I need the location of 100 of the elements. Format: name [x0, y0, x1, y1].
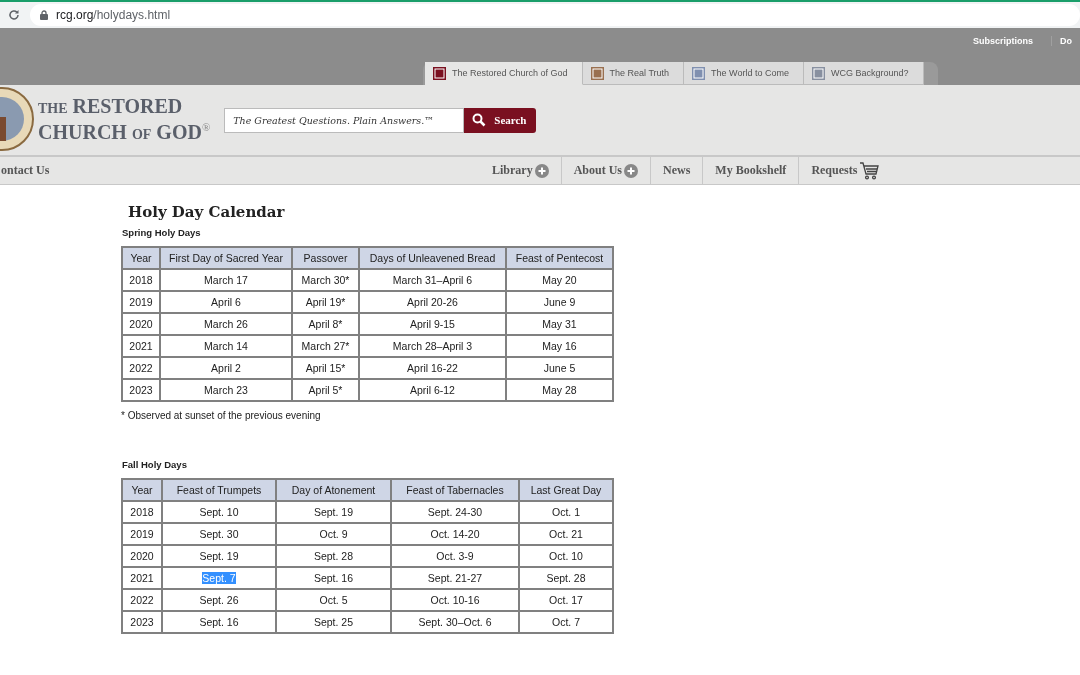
- table-cell: Sept. 16: [276, 567, 391, 589]
- column-header: Passover: [292, 247, 359, 269]
- nav-item[interactable]: Requests: [798, 157, 892, 184]
- table-cell: April 2: [160, 357, 292, 379]
- column-header: Last Great Day: [519, 479, 613, 501]
- table-cell: 2018: [122, 269, 160, 291]
- table-cell: 2023: [122, 611, 162, 633]
- table-cell: Oct. 10: [519, 545, 613, 567]
- table-cell: June 5: [506, 357, 613, 379]
- table-cell: 2021: [122, 567, 162, 589]
- table-cell: April 6-12: [359, 379, 506, 401]
- table-cell: Oct. 5: [276, 589, 391, 611]
- column-header: Year: [122, 247, 160, 269]
- nav-item[interactable]: Library: [480, 157, 561, 184]
- table-cell: April 20-26: [359, 291, 506, 313]
- table-cell: March 28–April 3: [359, 335, 506, 357]
- lock-icon: [40, 10, 48, 20]
- column-header: Feast of Trumpets: [162, 479, 276, 501]
- nav-item[interactable]: About Us: [560, 157, 651, 184]
- table-cell: Oct. 21: [519, 523, 613, 545]
- nav-item[interactable]: News: [650, 157, 703, 184]
- table-cell: April 16-22: [359, 357, 506, 379]
- table-cell: March 26: [160, 313, 292, 335]
- search-icon: [472, 113, 487, 127]
- table-cell: April 9-15: [359, 313, 506, 335]
- site-tab[interactable]: WCG Background?: [803, 62, 924, 85]
- table-cell: March 14: [160, 335, 292, 357]
- table-cell: March 27*: [292, 335, 359, 357]
- site-logo-text: THE RESTORED CHURCH OF GOD$^{®}$: [38, 96, 211, 144]
- table-cell: 2019: [122, 523, 162, 545]
- reload-icon[interactable]: [8, 9, 20, 21]
- table-cell: June 9: [506, 291, 613, 313]
- site-logo-icon: [811, 66, 825, 80]
- table-cell: 2023: [122, 379, 160, 401]
- search-button[interactable]: Search: [464, 107, 537, 133]
- address-bar[interactable]: rcg.org/holydays.html: [30, 4, 1080, 26]
- cart-icon: [859, 161, 880, 180]
- table-cell: Sept. 19: [276, 501, 391, 523]
- page-title: Holy Day Calendar: [128, 203, 286, 221]
- table-cell: 2022: [122, 589, 162, 611]
- nav-item[interactable]: My Bookshelf: [702, 157, 799, 184]
- site-logo-icon: [590, 66, 604, 80]
- site-tab[interactable]: The World to Come: [684, 62, 804, 85]
- table-cell: May 16: [506, 335, 613, 357]
- table-cell: March 30*: [292, 269, 359, 291]
- table-cell: March 17: [160, 269, 292, 291]
- table-cell: Oct. 10-16: [391, 589, 519, 611]
- table-cell: Sept. 21-27: [391, 567, 519, 589]
- table-cell: 2022: [122, 357, 160, 379]
- section-title: Spring Holy Days: [122, 227, 202, 238]
- plus-icon: [534, 163, 549, 178]
- table-cell: April 19*: [292, 291, 359, 313]
- table-cell: April 6: [160, 291, 292, 313]
- selected-text: Sept. 7: [202, 572, 236, 584]
- table-cell: March 31–April 6: [359, 269, 506, 291]
- table-cell: Sept. 28: [519, 567, 613, 589]
- site-logo-icon: [692, 66, 706, 80]
- column-header: Feast of Pentecost: [506, 247, 613, 269]
- url-text: rcg.org/holydays.html: [56, 8, 171, 22]
- section-title: Fall Holy Days: [122, 459, 188, 470]
- column-header: Days of Unleavened Bread: [359, 247, 506, 269]
- site-tab[interactable]: The Real Truth: [582, 62, 685, 85]
- table-cell: April 5*: [292, 379, 359, 401]
- table-cell: Sept. 28: [276, 545, 391, 567]
- table-cell: Sept. 19: [162, 545, 276, 567]
- column-header: First Day of Sacred Year: [160, 247, 292, 269]
- table-cell: Sept. 26: [162, 589, 276, 611]
- plus-icon: [624, 163, 639, 178]
- table-cell: April 15*: [292, 357, 359, 379]
- table-cell: 2020: [122, 313, 160, 335]
- table-cell: Oct. 1: [519, 501, 613, 523]
- column-header: Feast of Tabernacles: [391, 479, 519, 501]
- table-cell: Sept. 24-30: [391, 501, 519, 523]
- column-header: Year: [122, 479, 162, 501]
- column-header: Day of Atonement: [276, 479, 391, 501]
- utility-link[interactable]: Do: [1051, 36, 1080, 46]
- table-cell: Sept. 25: [276, 611, 391, 633]
- table-cell: May 28: [506, 379, 613, 401]
- table-cell: May 20: [506, 269, 613, 291]
- table-cell: 2019: [122, 291, 160, 313]
- table-cell: 2018: [122, 501, 162, 523]
- footnote: * Observed at sunset of the previous evening: [121, 410, 322, 421]
- site-logo-icon: [433, 66, 446, 80]
- search-field[interactable]: The Greatest Questions. Plain Answers.™: [224, 107, 465, 133]
- table-cell: Oct. 7: [519, 611, 613, 633]
- table-cell: Oct. 9: [276, 523, 391, 545]
- utility-link[interactable]: Subscriptions: [965, 36, 1041, 46]
- nav-link[interactable]: ontact Us: [1, 163, 50, 177]
- table-cell: March 23: [160, 379, 292, 401]
- table-cell: Oct. 3-9: [391, 545, 519, 567]
- table-cell: May 31: [506, 313, 613, 335]
- table-cell: Sept. 30–Oct. 6: [391, 611, 519, 633]
- table-cell: 2020: [122, 545, 162, 567]
- table-cell: Sept. 30: [162, 523, 276, 545]
- table-cell: 2021: [122, 335, 160, 357]
- table-cell: Oct. 14-20: [391, 523, 519, 545]
- table-cell: Sept. 16: [162, 611, 276, 633]
- table-cell: April 8*: [292, 313, 359, 335]
- site-tab[interactable]: The Restored Church of God: [425, 62, 583, 85]
- table-cell: Oct. 17: [519, 589, 613, 611]
